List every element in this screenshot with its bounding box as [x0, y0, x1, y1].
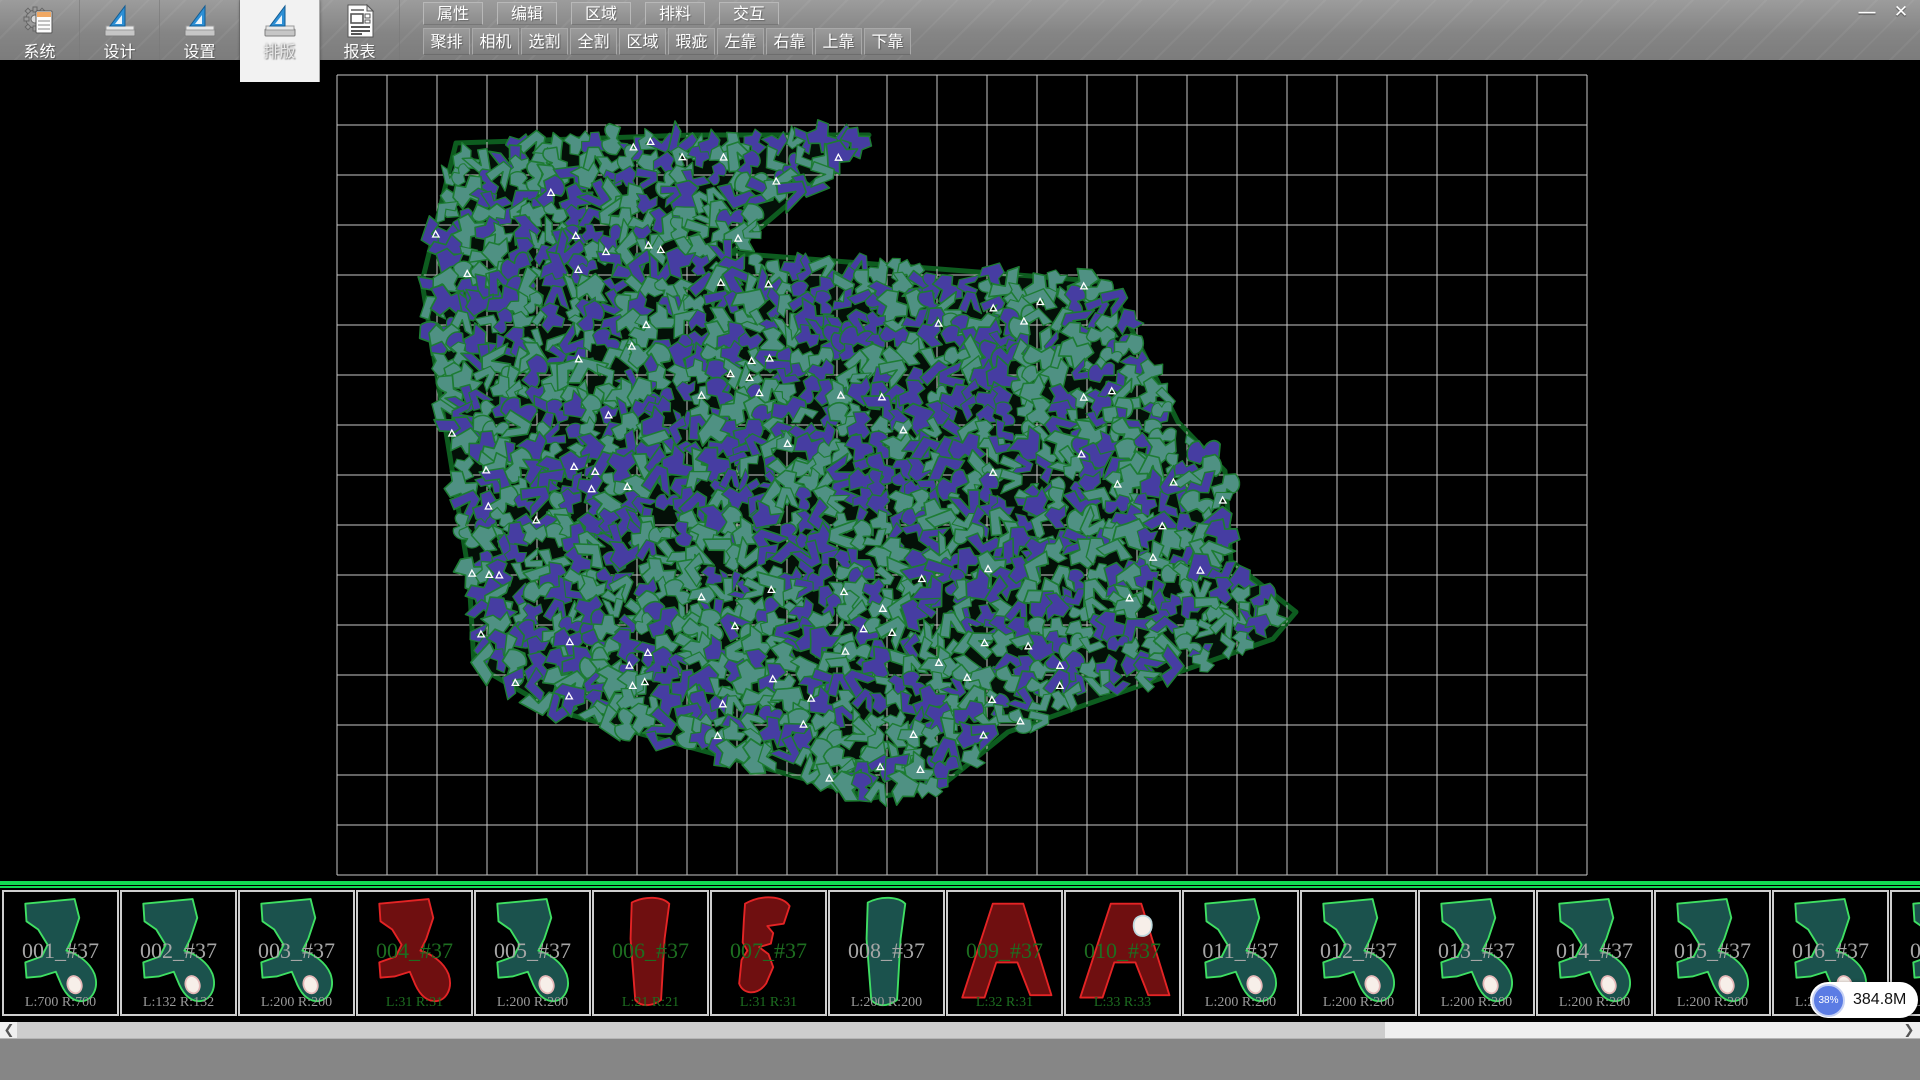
toolbar-item-report[interactable]: 报表: [320, 0, 400, 60]
piece-name: 013_#37: [1420, 938, 1533, 964]
progress-badge[interactable]: 38% 384.8M: [1810, 982, 1918, 1018]
piece-lr-count: L:200 R:200: [1184, 995, 1297, 1011]
piece-name: 012_#37: [1302, 938, 1415, 964]
piece-thumbnail[interactable]: 001_#37 L:700 R:700: [2, 890, 119, 1016]
piece-name: 007_#37: [712, 938, 825, 964]
piece-name: 014_#37: [1538, 938, 1651, 964]
piece-thumbnail-strip: 001_#37 L:700 R:700 002_#37 L:132 R:132 …: [0, 881, 1920, 1022]
tool-button-align-top[interactable]: 上靠: [815, 28, 862, 55]
piece-lr-count: L:132 R:132: [122, 995, 235, 1011]
toolbar-item-label: 报表: [343, 38, 375, 62]
piece-thumbnail[interactable]: 014_#37 L:200 R:200: [1536, 890, 1653, 1016]
toolbar-item-label: 设置: [183, 38, 215, 62]
minimize-button[interactable]: —: [1852, 2, 1882, 24]
menu-area: 属性 编辑 区域 排料 交互 聚排 相机 选割 全割 区域 瑕疵 左靠 右靠 上…: [423, 0, 911, 55]
piece-thumbnail[interactable]: 008_#37 L:200 R:200: [828, 890, 945, 1016]
tool-button-region[interactable]: 区域: [619, 28, 666, 55]
piece-thumbnail[interactable]: 007_#37 L:31 R:31: [710, 890, 827, 1016]
piece-lr-count: L:200 R:200: [1302, 995, 1415, 1011]
piece-lr-count: L:200 R:200: [240, 995, 353, 1011]
piece-lr-count: L:31 R:31: [358, 995, 471, 1011]
settings-ruler-icon: [182, 3, 218, 39]
toolbar-item-system[interactable]: 系统: [0, 0, 80, 60]
piece-thumbnail[interactable]: 003_#37 L:200 R:200: [238, 890, 355, 1016]
piece-name: 011_#37: [1184, 938, 1297, 964]
tool-button-select-cut[interactable]: 选割: [521, 28, 568, 55]
piece-thumbnail[interactable]: 013_#37 L:200 R:200: [1418, 890, 1535, 1016]
tool-button-defect[interactable]: 瑕疵: [668, 28, 715, 55]
nesting-ruler-icon: [262, 3, 298, 39]
piece-name: 003_#37: [240, 938, 353, 964]
toolbar-item-design[interactable]: 设计: [80, 0, 160, 60]
report-doc-icon: [342, 3, 378, 39]
window-controls: — ✕: [1852, 2, 1916, 24]
piece-name: 009_#37: [948, 938, 1061, 964]
nesting-app-window: 系统 设计: [0, 0, 1920, 1080]
toolbar-item-label: 系统: [23, 38, 55, 62]
design-ruler-icon: [102, 3, 138, 39]
piece-name: 002_#37: [122, 938, 235, 964]
menu-tab-region[interactable]: 区域: [571, 2, 631, 25]
piece-lr-count: L:200 R:200: [1420, 995, 1533, 1011]
piece-thumbnail[interactable]: 012_#37 L:200 R:200: [1300, 890, 1417, 1016]
piece-lr-count: L:200 R:200: [476, 995, 589, 1011]
piece-name: 008_#37: [830, 938, 943, 964]
progress-percent: 38%: [1812, 984, 1845, 1017]
piece-thumbnail[interactable]: 005_#37 L:200 R:200: [474, 890, 591, 1016]
piece-thumbnail[interactable]: 002_#37 L:132 R:132: [120, 890, 237, 1016]
piece-thumbnail-list: 001_#37 L:700 R:700 002_#37 L:132 R:132 …: [2, 890, 1920, 1016]
piece-lr-count: L:700 R:700: [4, 995, 117, 1011]
piece-name: 010_#37: [1066, 938, 1179, 964]
scroll-right-arrow-icon[interactable]: ❯: [1901, 1022, 1917, 1038]
piece-lr-count: L:200 R:200: [1656, 995, 1769, 1011]
menu-tab-interaction[interactable]: 交互: [719, 2, 779, 25]
piece-name: 005_#37: [476, 938, 589, 964]
toolbar-item-nesting-active[interactable]: 排版: [240, 0, 320, 82]
system-gear-icon: [22, 3, 58, 39]
scroll-left-arrow-icon[interactable]: ❮: [1, 1022, 17, 1038]
scrollbar-thumb[interactable]: [17, 1022, 1385, 1038]
piece-lr-count: L:21 R:21: [594, 995, 707, 1011]
tool-button-align-bottom[interactable]: 下靠: [864, 28, 911, 55]
tool-button-row: 聚排 相机 选割 全割 区域 瑕疵 左靠 右靠 上靠 下靠: [423, 28, 911, 55]
memory-usage-label: 384.8M: [1853, 991, 1906, 1009]
toolbar-item-settings[interactable]: 设置: [160, 0, 240, 60]
piece-name: 016_#37: [1774, 938, 1887, 964]
piece-lr-count: L:200 R:200: [1538, 995, 1651, 1011]
piece-name: 001_#37: [4, 938, 117, 964]
piece-name: 004_#37: [358, 938, 471, 964]
tool-button-align-left[interactable]: 左靠: [717, 28, 764, 55]
bottom-status-band: [0, 1038, 1920, 1080]
piece-thumbnail[interactable]: 011_#37 L:200 R:200: [1182, 890, 1299, 1016]
piece-thumbnail[interactable]: 010_#37 L:33 R:33: [1064, 890, 1181, 1016]
piece-lr-count: L:32 R:31: [948, 995, 1061, 1011]
piece-lr-count: L:31 R:31: [712, 995, 825, 1011]
menu-tab-nesting[interactable]: 排料: [645, 2, 705, 25]
tool-button-camera[interactable]: 相机: [472, 28, 519, 55]
strip-top-border-2: [0, 886, 1920, 888]
tool-button-cluster-nest[interactable]: 聚排: [423, 28, 470, 55]
piece-name: 015_#37: [1656, 938, 1769, 964]
toolbar-item-label: 排版: [263, 38, 295, 62]
app-toolbar: 系统 设计: [0, 0, 400, 60]
menu-tab-properties[interactable]: 属性: [423, 2, 483, 25]
tool-button-align-right[interactable]: 右靠: [766, 28, 813, 55]
strip-top-border: [0, 881, 1920, 885]
piece-lr-count: L:200 R:200: [830, 995, 943, 1011]
piece-name: 017_#37: [1892, 938, 1920, 964]
menu-tab-row: 属性 编辑 区域 排料 交互: [423, 2, 911, 25]
titlebar: 系统 设计: [0, 0, 1920, 60]
piece-lr-count: L:33 R:33: [1066, 995, 1179, 1011]
piece-thumbnail[interactable]: 015_#37 L:200 R:200: [1654, 890, 1771, 1016]
horizontal-scrollbar[interactable]: ❮ ❯: [0, 1022, 1920, 1038]
toolbar-item-label: 设计: [103, 38, 135, 62]
tool-button-cut-all[interactable]: 全割: [570, 28, 617, 55]
menu-tab-edit[interactable]: 编辑: [497, 2, 557, 25]
nesting-canvas[interactable]: [0, 60, 1920, 881]
piece-thumbnail[interactable]: 009_#37 L:32 R:31: [946, 890, 1063, 1016]
piece-name: 006_#37: [594, 938, 707, 964]
piece-thumbnail[interactable]: 006_#37 L:21 R:21: [592, 890, 709, 1016]
piece-thumbnail[interactable]: 004_#37 L:31 R:31: [356, 890, 473, 1016]
close-button[interactable]: ✕: [1886, 2, 1916, 24]
